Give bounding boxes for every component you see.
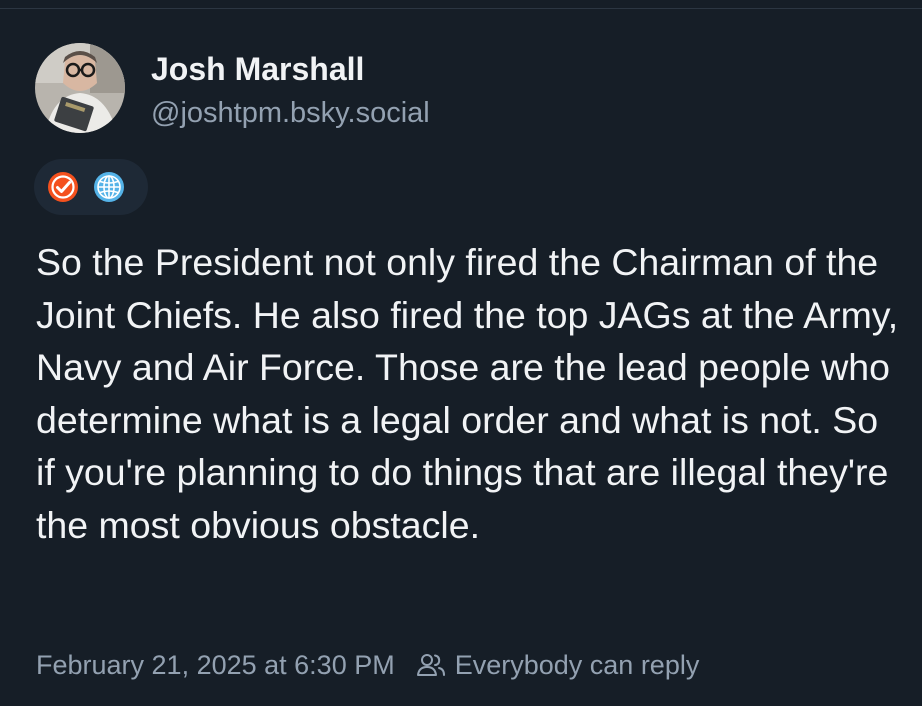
- top-divider: [0, 0, 922, 9]
- verified-check-icon: [47, 171, 79, 203]
- author-handle[interactable]: @joshtpm.bsky.social: [151, 93, 430, 133]
- post-view: Josh Marshall @joshtpm.bsky.social So th…: [0, 0, 922, 706]
- author-display-name[interactable]: Josh Marshall: [151, 49, 364, 89]
- globe-icon: [93, 171, 125, 203]
- avatar[interactable]: [35, 43, 125, 133]
- verification-badges[interactable]: [34, 159, 148, 215]
- post-body-text: So the President not only fired the Chai…: [36, 241, 899, 546]
- post-meta: February 21, 2025 at 6:30 PM Everybody c…: [36, 645, 699, 685]
- post-timestamp[interactable]: February 21, 2025 at 6:30 PM: [36, 650, 395, 681]
- reply-setting-label[interactable]: Everybody can reply: [455, 650, 700, 681]
- people-icon: [415, 649, 447, 681]
